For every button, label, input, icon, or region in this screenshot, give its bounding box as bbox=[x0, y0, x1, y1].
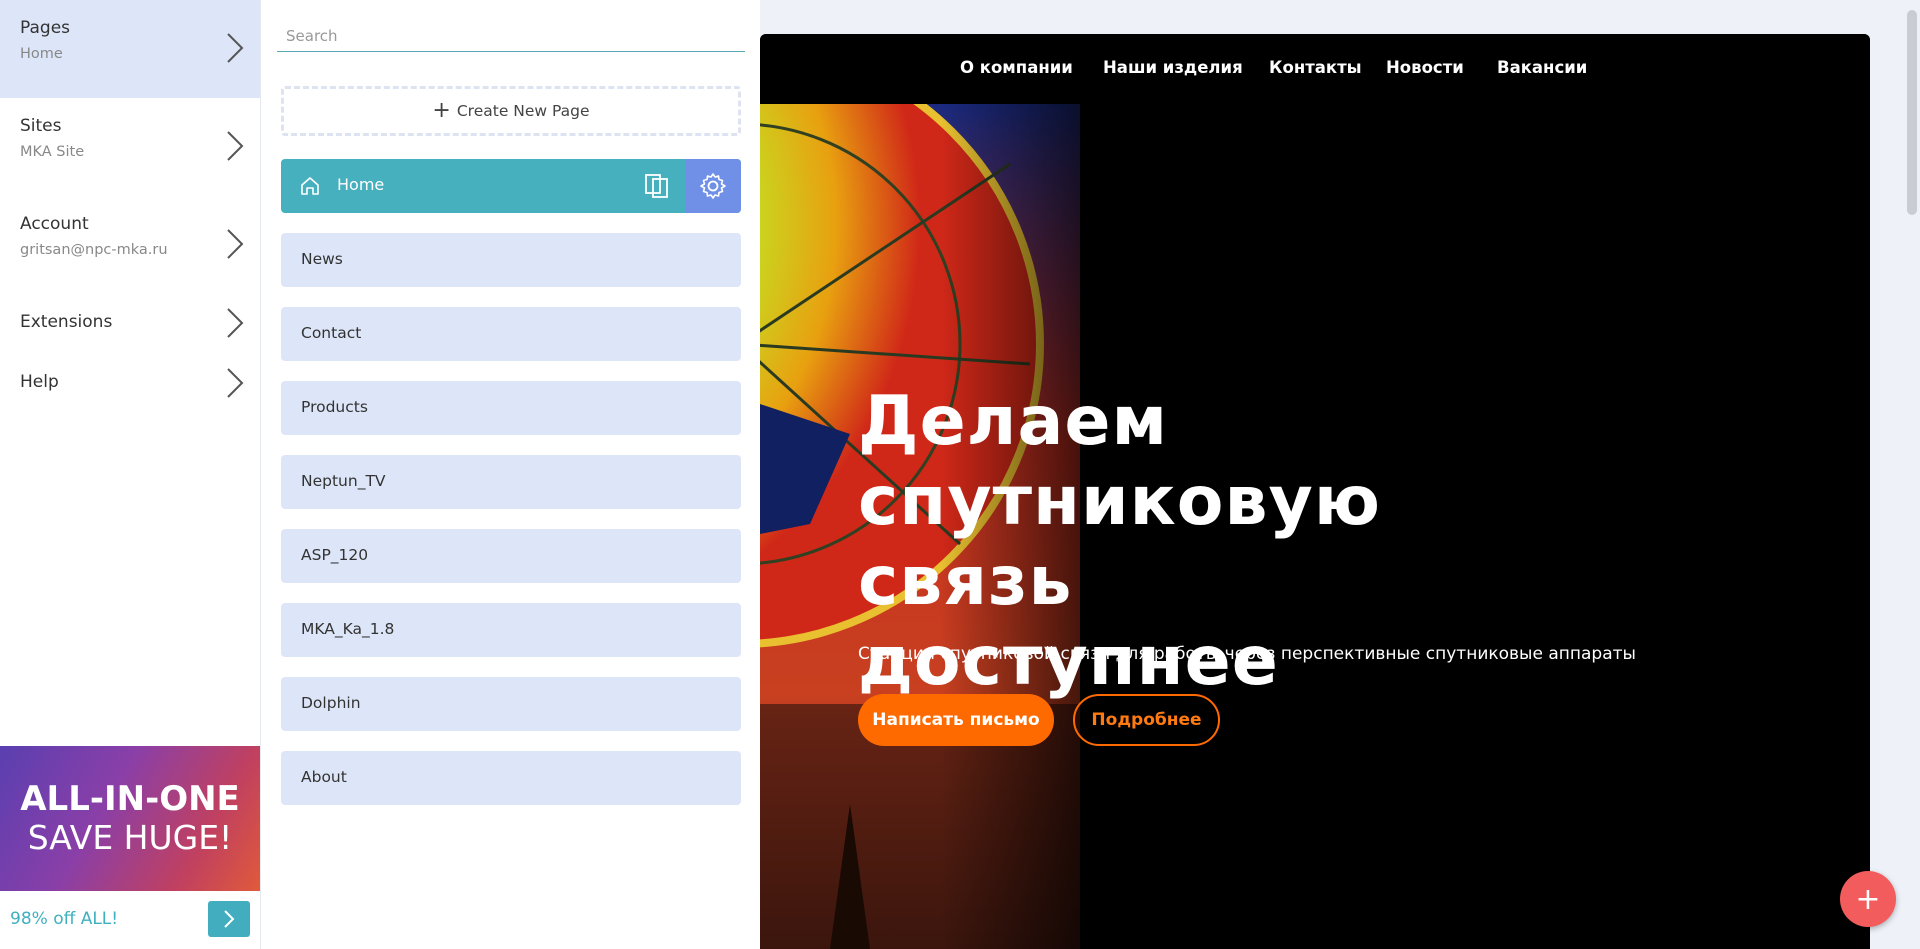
page-row-label: Neptun_TV bbox=[301, 472, 386, 490]
chevron-right-icon bbox=[224, 129, 246, 163]
chevron-right-icon bbox=[224, 910, 235, 928]
page-row-products[interactable]: Products bbox=[281, 381, 741, 435]
nav-item-sites[interactable]: Sites MKA Site bbox=[0, 98, 260, 196]
page-row-neptun-tv[interactable]: Neptun_TV bbox=[281, 455, 741, 509]
duplicate-icon bbox=[645, 174, 668, 198]
site-top-nav: О компании Наши изделия Контакты Новости… bbox=[760, 34, 1870, 104]
nav-item-help[interactable]: Help bbox=[0, 360, 260, 406]
page-settings-button[interactable] bbox=[685, 159, 741, 213]
page-row-mka-ka[interactable]: MKA_Ka_1.8 bbox=[281, 603, 741, 657]
more-details-button[interactable]: Подробнее bbox=[1073, 694, 1220, 746]
page-row-label: ASP_120 bbox=[301, 546, 369, 564]
page-row-dolphin[interactable]: Dolphin bbox=[281, 677, 741, 731]
home-icon bbox=[301, 177, 319, 195]
duplicate-page-button[interactable] bbox=[629, 159, 685, 213]
plus-icon: + bbox=[1855, 881, 1881, 917]
page-scrollbar[interactable] bbox=[1904, 0, 1920, 949]
promo-image[interactable]: ALL-IN-ONE SAVE HUGE! bbox=[0, 746, 260, 891]
promo-go-button[interactable] bbox=[208, 901, 250, 937]
hero-title-line: спутниковую связь bbox=[858, 462, 1381, 621]
page-row-about[interactable]: About bbox=[281, 751, 741, 805]
page-row-contact[interactable]: Contact bbox=[281, 307, 741, 361]
site-nav-link-contacts[interactable]: Контакты bbox=[1269, 58, 1362, 77]
promo-banner[interactable]: ALL-IN-ONE SAVE HUGE! 98% off ALL! bbox=[0, 746, 260, 949]
hero-title-line: Делаем bbox=[858, 382, 1169, 461]
page-row-label: News bbox=[301, 250, 343, 268]
nav-item-pages[interactable]: Pages Home bbox=[0, 0, 260, 98]
page-row-home[interactable]: Home bbox=[281, 159, 741, 213]
page-row-label: Products bbox=[301, 398, 368, 416]
promo-footer: 98% off ALL! bbox=[0, 891, 260, 949]
page-row-label: Contact bbox=[301, 324, 362, 342]
add-element-button[interactable]: + bbox=[1840, 871, 1896, 927]
chevron-right-icon bbox=[224, 366, 246, 400]
chevron-right-icon bbox=[224, 306, 246, 340]
promo-headline: ALL-IN-ONE bbox=[20, 778, 240, 819]
write-letter-button[interactable]: Написать письмо bbox=[858, 694, 1054, 746]
scrollbar-thumb[interactable] bbox=[1907, 10, 1917, 215]
site-nav-link-vacancies[interactable]: Вакансии bbox=[1497, 58, 1587, 77]
page-row-asp-120[interactable]: ASP_120 bbox=[281, 529, 741, 583]
plus-icon: + bbox=[432, 98, 451, 123]
page-row-label: Home bbox=[337, 175, 385, 194]
site-nav-link-news[interactable]: Новости bbox=[1386, 58, 1464, 77]
nav-item-account[interactable]: Account gritsan@npc-mka.ru bbox=[0, 196, 260, 294]
left-navigation: Pages Home Sites MKA Site Account gritsa… bbox=[0, 0, 260, 949]
promo-offer-text: 98% off ALL! bbox=[10, 909, 119, 929]
chevron-right-icon bbox=[224, 31, 246, 65]
search-field[interactable] bbox=[277, 22, 745, 52]
create-new-page-label: Create New Page bbox=[456, 102, 590, 120]
search-input[interactable] bbox=[277, 22, 745, 50]
create-new-page-button[interactable]: + Create New Page bbox=[281, 86, 741, 136]
site-preview: О компании Наши изделия Контакты Новости… bbox=[760, 34, 1870, 949]
hero-subtitle: Станции спутниковой связи для работы чер… bbox=[858, 644, 1636, 664]
promo-subheadline: SAVE HUGE! bbox=[27, 818, 233, 858]
page-row-news[interactable]: News bbox=[281, 233, 741, 287]
page-row-label: MKA_Ka_1.8 bbox=[301, 620, 395, 638]
site-nav-link-products[interactable]: Наши изделия bbox=[1103, 58, 1243, 77]
pages-panel: + Create New Page Home News Contact Prod… bbox=[260, 0, 760, 949]
page-row-label: Dolphin bbox=[301, 694, 361, 712]
gear-icon bbox=[700, 173, 726, 199]
nav-item-extensions[interactable]: Extensions bbox=[0, 300, 260, 346]
chevron-right-icon bbox=[224, 227, 246, 261]
page-row-label: About bbox=[301, 768, 347, 786]
site-nav-link-about[interactable]: О компании bbox=[960, 58, 1073, 77]
